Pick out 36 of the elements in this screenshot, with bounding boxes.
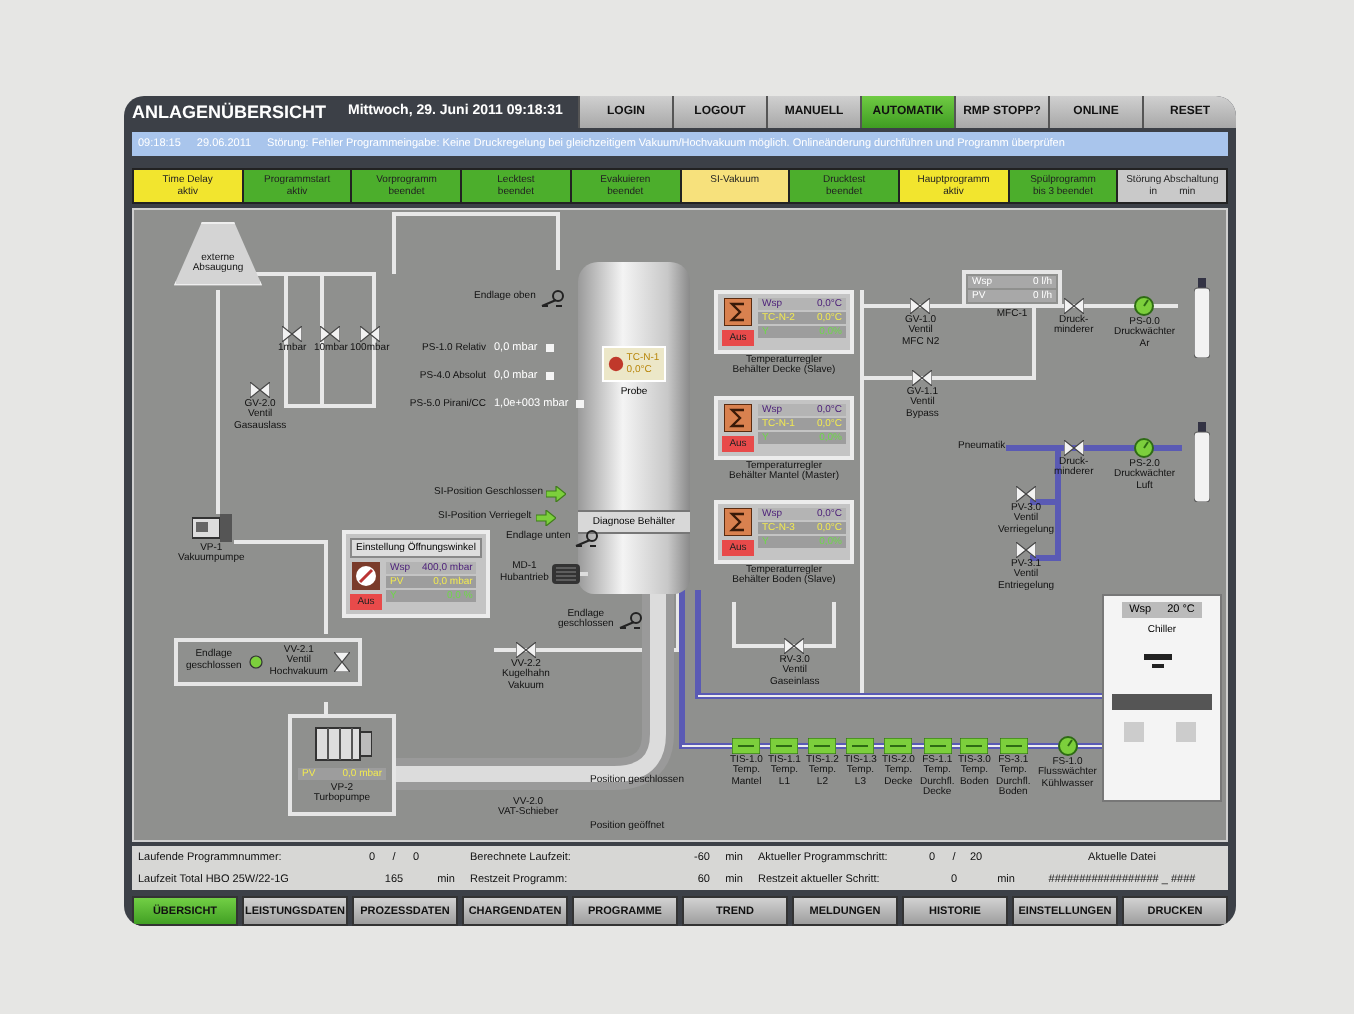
gauge-needle-icon xyxy=(352,561,380,590)
valve-icon xyxy=(912,369,933,386)
sum-icon xyxy=(724,297,752,326)
sensor-icon xyxy=(923,737,952,754)
sum-icon xyxy=(724,403,752,432)
sensor-icon xyxy=(808,737,837,754)
arrow-icon xyxy=(535,509,556,526)
gauge-icon xyxy=(1134,295,1155,316)
valve-icon xyxy=(282,325,303,342)
sensor-icon xyxy=(884,737,913,754)
sensor-icon xyxy=(960,737,989,754)
sensor-icon xyxy=(999,737,1028,754)
gas-bottle-icon xyxy=(1194,277,1210,358)
turbopump-icon xyxy=(312,723,372,764)
valve-icon xyxy=(359,325,380,342)
valve-icon xyxy=(1016,485,1037,502)
motor-icon xyxy=(552,561,589,586)
gas-bottle-icon xyxy=(1194,421,1210,502)
sensor-icon xyxy=(846,737,875,754)
valve-icon xyxy=(784,637,805,654)
pump-icon xyxy=(191,513,232,542)
gauge-icon xyxy=(1134,437,1155,458)
valve-icon xyxy=(320,325,341,342)
valve-icon xyxy=(910,297,931,314)
screen-title: ANLAGENÜBERSICHT xyxy=(130,100,329,126)
valve-icon xyxy=(250,381,271,398)
heater-icon xyxy=(608,355,625,372)
valve-icon xyxy=(333,652,350,673)
arrow-icon xyxy=(546,485,567,502)
valve-icon xyxy=(515,641,536,658)
valve-icon xyxy=(1016,541,1037,558)
sensor-icon xyxy=(770,737,799,754)
valve-icon xyxy=(1063,439,1084,456)
gauge-icon xyxy=(1057,735,1078,756)
sum-icon xyxy=(724,507,752,536)
sensor-icon xyxy=(732,737,761,754)
